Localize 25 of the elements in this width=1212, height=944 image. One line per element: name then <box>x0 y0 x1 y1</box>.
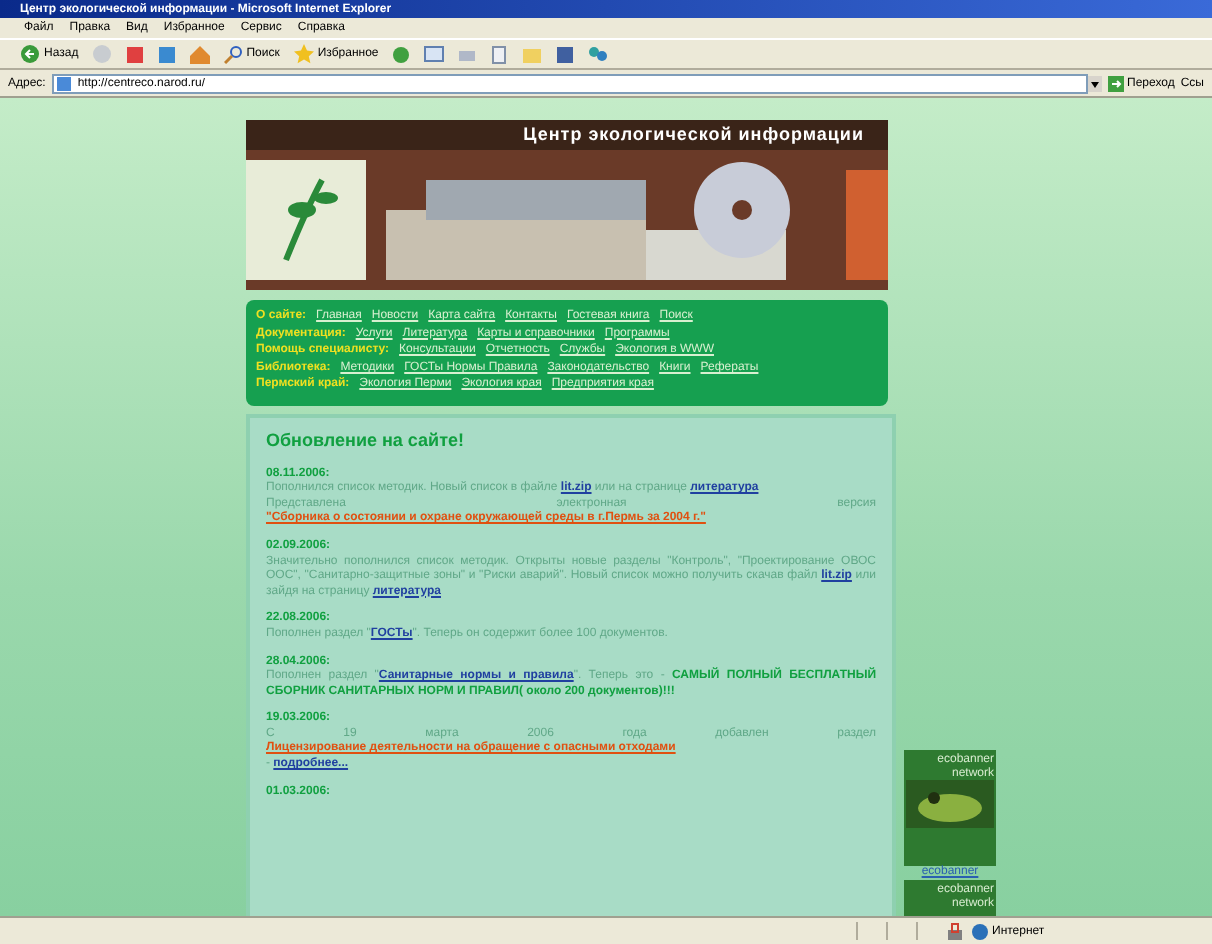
news-heading: Обновление на сайте! <box>266 433 466 450</box>
toolbar-button[interactable] <box>584 42 613 66</box>
search-icon <box>224 45 243 63</box>
media-icon <box>556 45 575 63</box>
clock-icon <box>392 45 411 63</box>
people-icon <box>588 45 609 63</box>
toolbar-button[interactable] <box>552 42 579 66</box>
toolbar-button[interactable] <box>122 42 149 66</box>
toolbar-button[interactable] <box>388 42 415 66</box>
toolbar-button[interactable] <box>186 42 215 66</box>
star-icon <box>293 44 314 64</box>
arrow-icon <box>1107 75 1123 91</box>
refresh-icon <box>158 45 177 63</box>
stop-icon <box>126 45 145 63</box>
document-icon <box>490 45 509 63</box>
printer-icon <box>458 45 477 63</box>
envelope-icon <box>424 46 445 62</box>
globe-icon <box>972 923 988 939</box>
lock-icon <box>946 922 964 940</box>
home-icon <box>190 45 211 63</box>
folder-icon <box>522 45 543 63</box>
site-title: Центр экологической информации <box>521 122 866 148</box>
toolbar-button[interactable] <box>154 42 181 66</box>
toolbar-button[interactable] <box>420 42 449 66</box>
back-arrow-icon <box>20 44 40 64</box>
